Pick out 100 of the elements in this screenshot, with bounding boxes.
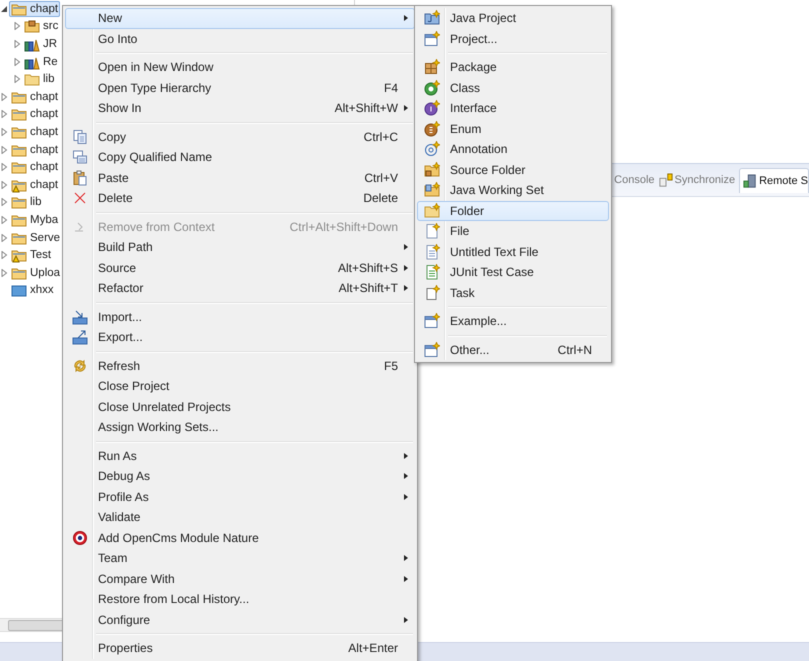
package-icon [424,59,440,76]
menu-item[interactable]: Paste Ctrl+V [65,168,415,188]
menu-item[interactable]: Copy Qualified Name [65,147,415,168]
folder-icon [424,202,440,219]
new-window-icon [424,342,440,358]
expand-arrow-icon[interactable] [0,216,8,224]
expand-arrow-icon[interactable] [0,146,8,154]
tree-item[interactable]: chapt [9,124,60,140]
tree-item[interactable]: Test [9,247,54,264]
tree-item[interactable]: chapt [9,142,60,158]
interface-icon [424,100,440,116]
task-icon [424,284,440,301]
menu-item[interactable]: Java Working Set [417,180,609,200]
expand-arrow-icon[interactable] [0,234,8,242]
menu-item[interactable]: Debug As [65,466,415,486]
menu-item[interactable]: Enum [417,118,609,139]
menu-item[interactable]: Delete Delete [65,188,415,208]
copy-icon [72,149,88,166]
expand-arrow-icon[interactable] [0,163,8,172]
menu-item[interactable]: Close Project [65,376,415,396]
expand-arrow-icon[interactable] [13,58,21,66]
expand-arrow-icon[interactable] [0,180,8,189]
project-folder-icon [424,10,440,26]
menu-item[interactable]: Add OpenCms Module Nature [65,528,415,548]
menu-item[interactable]: Package [417,57,609,78]
menu-item[interactable]: JUnit Test Case [417,262,609,282]
target-icon [72,530,88,546]
menu-item[interactable]: Open Type Hierarchy F4 [65,78,415,98]
expand-arrow-icon[interactable] [13,22,21,30]
menu-item[interactable]: Configure [65,610,415,630]
new-window-icon [424,30,440,47]
menu-item[interactable]: Annotation [417,139,609,160]
tree-item[interactable]: chapt [9,88,60,105]
expand-arrow-icon[interactable] [0,128,8,136]
expand-arrow-icon[interactable] [0,110,8,118]
import-icon [72,308,88,325]
menu-item[interactable]: Show In Alt+Shift+W [65,98,415,118]
view-tab[interactable]: Remote S [739,168,809,192]
tree-item[interactable]: JR [22,36,60,52]
expand-arrow-icon[interactable] [13,75,21,84]
expand-arrow-icon[interactable] [0,251,8,260]
view-tab[interactable]: Synchronize [658,168,736,192]
text-file-icon [424,244,440,260]
file-icon [424,223,440,240]
at-sign-icon [424,141,440,158]
menu-item[interactable]: Team [65,548,415,568]
expand-arrow-icon[interactable] [0,268,8,277]
menu-item[interactable]: Copy Ctrl+C [65,126,415,147]
menu-item[interactable]: Refactor Alt+Shift+T [65,278,415,298]
tree-item[interactable]: chapt [9,159,60,176]
menu-item[interactable]: Assign Working Sets... [65,417,415,438]
menu-item[interactable]: Interface [417,98,609,118]
menu-item[interactable]: Other... Ctrl+N [417,340,609,360]
menu-item[interactable]: File [417,221,609,242]
menu-item[interactable]: Import... [65,306,415,327]
expand-arrow-icon[interactable] [0,92,8,101]
tree-item[interactable]: chapt [9,106,60,122]
menu-item[interactable]: Open in New Window [65,57,415,78]
menu-item[interactable]: Properties Alt+Enter [65,638,415,658]
tree-item[interactable]: Myba [9,212,60,228]
menu-item[interactable]: Folder [417,200,609,221]
menu-item[interactable]: Example... [417,311,609,332]
menu-item[interactable]: New [65,8,415,28]
tree-item[interactable]: chapt [9,0,60,17]
expand-arrow-icon[interactable] [0,198,8,206]
menu-item[interactable]: Restore from Local History... [65,589,415,610]
tree-item[interactable]: chapt [9,176,60,193]
source-folder-icon [24,18,40,34]
menu-item[interactable]: Source Folder [417,160,609,180]
class-icon [424,80,440,96]
expand-arrow-icon[interactable] [13,40,21,48]
tree-item[interactable]: lib [9,194,44,210]
menu-item[interactable]: Java Project [417,8,609,28]
export-icon [72,329,88,346]
menu-item[interactable]: Refresh F5 [65,356,415,376]
menu-item[interactable]: Class [417,78,609,98]
copy-icon [72,128,88,145]
tree-item[interactable]: Re [22,54,60,70]
menu-item[interactable]: Compare With [65,568,415,589]
menu-item[interactable]: Task [417,282,609,303]
menu-item[interactable]: Source Alt+Shift+S [65,258,415,278]
view-tab[interactable]: Console [614,168,655,192]
menu-item[interactable]: Profile As [65,486,415,507]
source-folder-icon [424,162,440,178]
menu-item[interactable]: Run As [65,446,415,466]
menu-item[interactable]: Build Path [65,237,415,258]
tree-item[interactable]: xhxx [9,282,56,298]
tree-item[interactable]: Serve [9,230,62,246]
tree-item[interactable]: Uploa [9,264,62,281]
tree-item[interactable]: src [22,18,60,34]
working-set-icon [424,182,440,198]
menu-item[interactable]: Go Into [65,28,415,49]
tree-item[interactable]: lib [22,71,57,88]
menu-item[interactable]: Project... [417,28,609,49]
menu-item[interactable]: Close Unrelated Projects [65,396,415,417]
new-window-icon [424,313,440,330]
menu-item[interactable]: Untitled Text File [417,242,609,262]
menu-item[interactable]: Export... [65,327,415,348]
menu-item[interactable]: Validate [65,507,415,528]
collapse-arrow-icon[interactable] [0,4,8,13]
